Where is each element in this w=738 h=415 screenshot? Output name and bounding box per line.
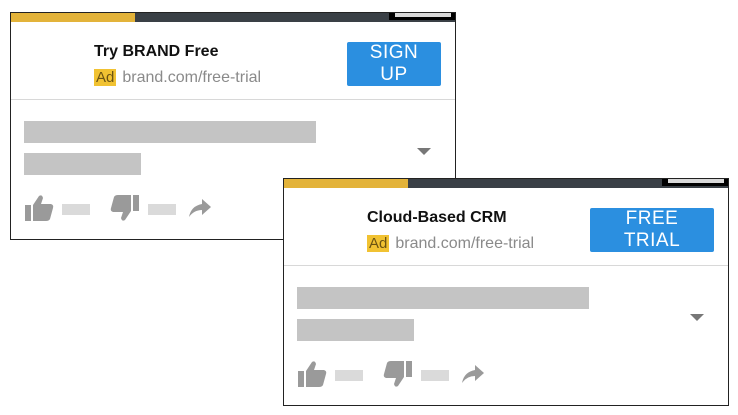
- progress-played: [11, 13, 136, 22]
- like-count-placeholder: [335, 370, 363, 381]
- video-title-placeholder-short: [24, 153, 141, 175]
- thumbs-down-icon[interactable]: [381, 359, 413, 389]
- thumbs-up-icon[interactable]: [297, 359, 329, 389]
- share-arrow-icon[interactable]: [461, 363, 485, 385]
- progress-played: [284, 179, 409, 188]
- ad-header: Cloud-Based CRM Ad brand.com/free-trial F…: [284, 188, 728, 266]
- ad-url[interactable]: brand.com/free-trial: [395, 235, 534, 252]
- free-trial-button[interactable]: FREE TRIAL: [590, 208, 714, 252]
- sign-up-button[interactable]: SIGN UP: [347, 42, 441, 86]
- action-row: [24, 193, 224, 223]
- ad-title[interactable]: Try BRAND Free: [94, 43, 218, 61]
- thumbs-up-icon[interactable]: [24, 193, 56, 223]
- chevron-down-icon[interactable]: [417, 148, 431, 155]
- chevron-down-icon[interactable]: [690, 314, 704, 321]
- time-badge: [662, 179, 728, 186]
- ad-url[interactable]: brand.com/free-trial: [122, 69, 261, 86]
- video-title-placeholder: [24, 121, 316, 143]
- thumbs-down-icon[interactable]: [108, 193, 140, 223]
- ad-header: Try BRAND Free Ad brand.com/free-trial SI…: [11, 22, 455, 100]
- action-row: [297, 359, 497, 389]
- ad-url-line: Ad brand.com/free-trial: [94, 69, 261, 87]
- dislike-count-placeholder: [148, 204, 176, 215]
- video-title-placeholder-short: [297, 319, 414, 341]
- like-count-placeholder: [62, 204, 90, 215]
- time-badge: [389, 13, 455, 20]
- ad-card-free-trial: Cloud-Based CRM Ad brand.com/free-trial F…: [283, 178, 729, 406]
- video-title-placeholder: [297, 287, 589, 309]
- ad-title[interactable]: Cloud-Based CRM: [367, 209, 507, 227]
- ad-badge: Ad: [94, 69, 117, 86]
- ad-badge: Ad: [367, 235, 390, 252]
- ad-url-line: Ad brand.com/free-trial: [367, 235, 534, 253]
- dislike-count-placeholder: [421, 370, 449, 381]
- share-arrow-icon[interactable]: [188, 197, 212, 219]
